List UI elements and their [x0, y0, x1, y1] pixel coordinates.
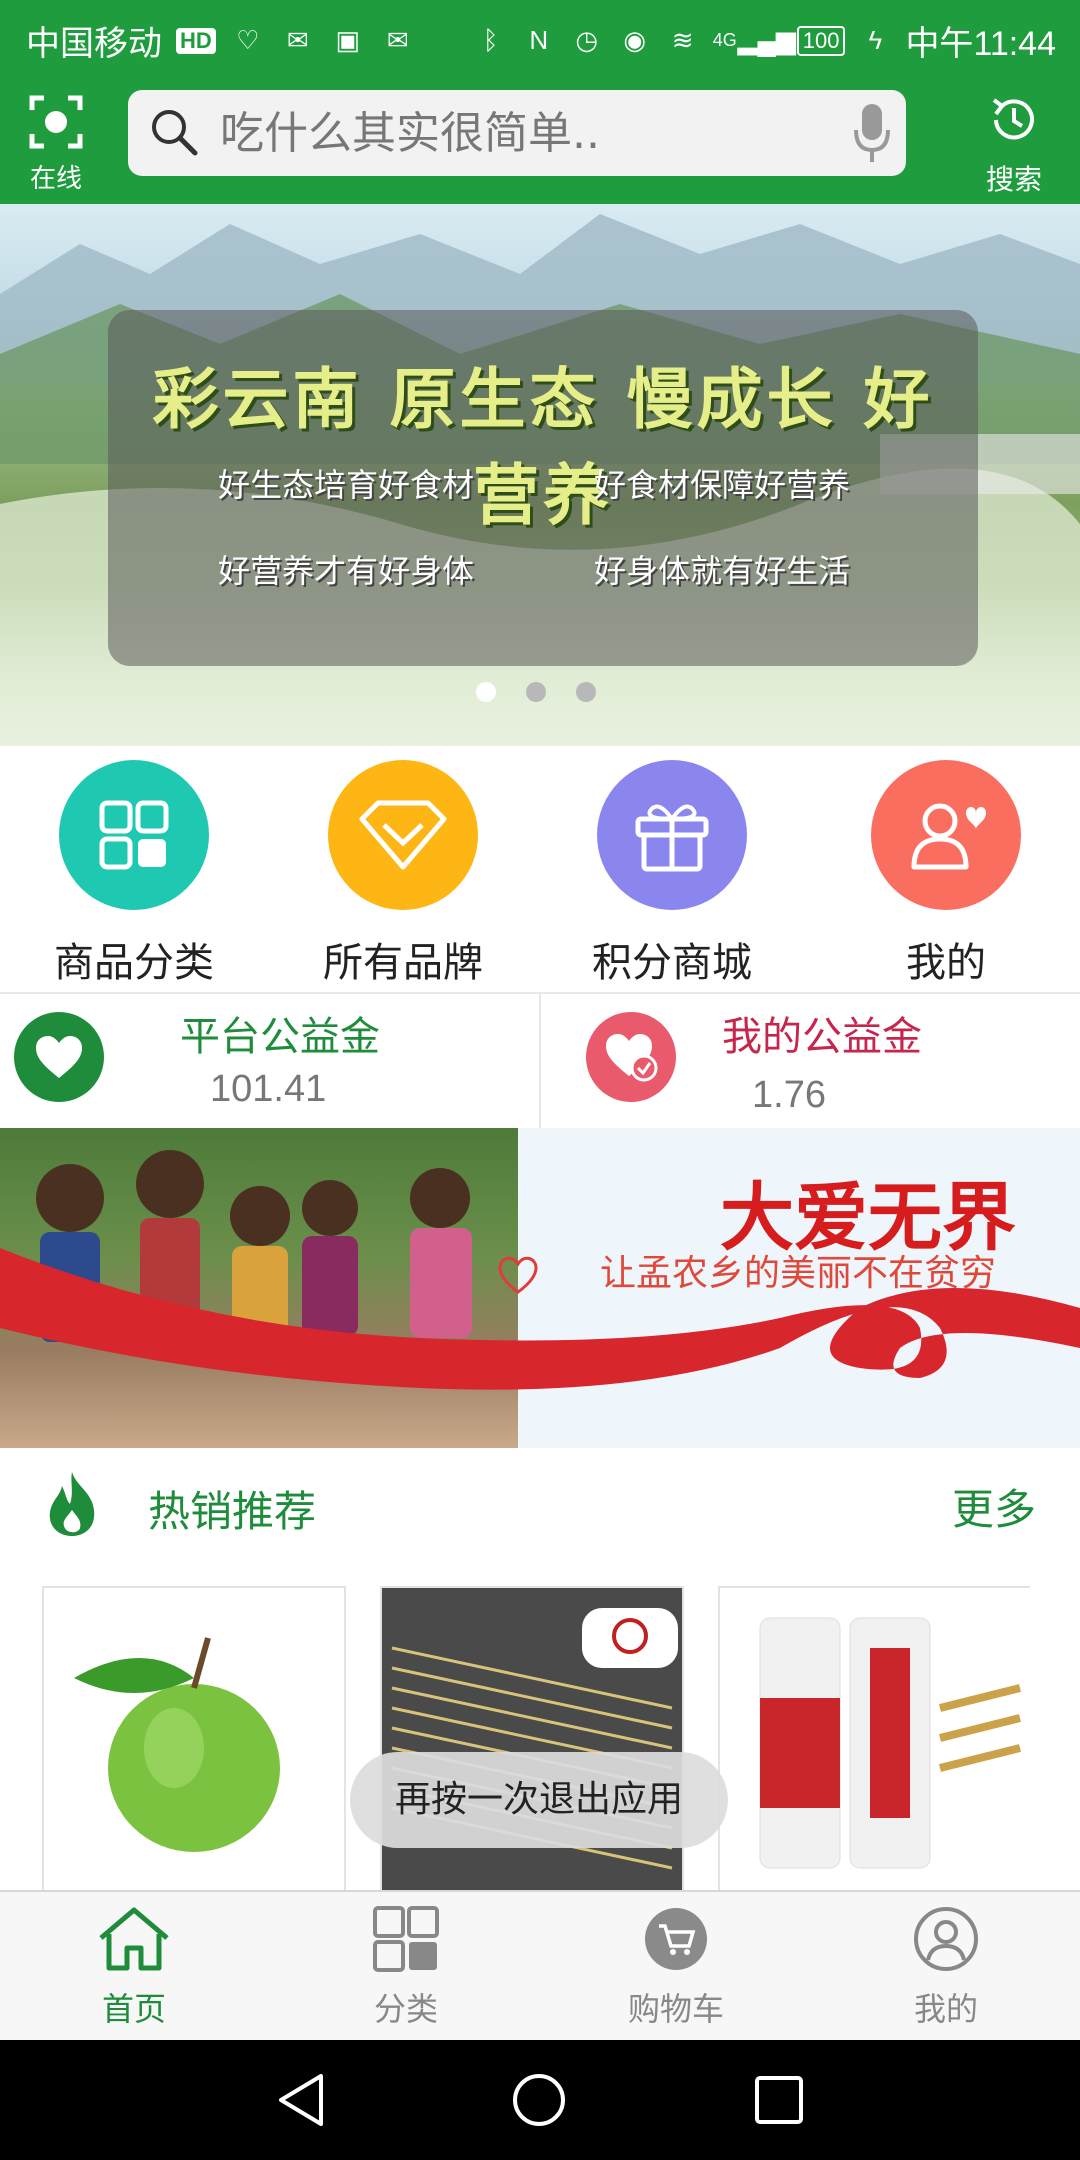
gift-icon	[597, 760, 747, 910]
green-apple-image	[74, 1637, 280, 1852]
nav-label: 积分商城	[592, 940, 752, 986]
product-card-noodle-pack[interactable]	[718, 1586, 1030, 1892]
fire-icon	[49, 1472, 95, 1536]
microphone-icon[interactable]	[852, 102, 892, 164]
home-button[interactable]	[504, 2068, 574, 2132]
user-heart-icon	[871, 760, 1021, 910]
scan-icon	[29, 95, 83, 149]
search-box[interactable]	[128, 90, 906, 176]
top-bar: 在线 搜索	[0, 76, 1080, 204]
grid-icon	[59, 760, 209, 910]
app-icon: ▣	[335, 25, 361, 55]
home-circle-icon	[513, 2074, 565, 2126]
nav-mine[interactable]: 我的	[836, 760, 1056, 990]
carousel-dot[interactable]	[526, 682, 546, 702]
diamond-icon	[328, 760, 478, 910]
nav-all-brands[interactable]: 所有品牌	[293, 760, 513, 990]
bluetooth-icon: ᛒ	[482, 25, 499, 55]
hd-badge: HD	[176, 27, 216, 54]
hero-banner[interactable]: 彩云南 原生态 慢成长 好营养 好生态培育好食材 好食材保障好营养 好营养才有好…	[0, 204, 1080, 746]
nav-points-mall[interactable]: 积分商城	[562, 760, 782, 990]
product-card-apple[interactable]	[42, 1586, 346, 1892]
my-fund-value: 1.76	[752, 1074, 826, 1116]
back-button[interactable]	[266, 2068, 336, 2132]
hero-line-4: 好身体就有好生活	[594, 552, 851, 590]
recents-icon	[755, 2076, 803, 2124]
tab-cart[interactable]: 购物车	[576, 1906, 776, 2036]
hero-line-1: 好生态培育好食材	[218, 466, 475, 504]
tab-label: 购物车	[627, 1990, 724, 2028]
clock: 中午11:44	[905, 25, 1056, 63]
network-type: 4G	[712, 30, 737, 50]
divider	[539, 994, 541, 1130]
heart-check-icon	[586, 1012, 676, 1102]
mail-icon: ✉	[286, 25, 309, 55]
online-label: 在线	[29, 164, 82, 194]
charity-banner[interactable]: 大爱无界 让孟农乡的美丽不在贫穷	[0, 1128, 1080, 1448]
system-nav-bar	[0, 2040, 1080, 2160]
tab-label: 分类	[373, 1990, 438, 2028]
platform-fund-value: 101.41	[210, 1068, 327, 1110]
bottom-tab-bar: 首页 分类 购物车 我的	[0, 1890, 1080, 2042]
quick-nav: 商品分类 所有品牌 积分商城 我的	[0, 746, 1080, 992]
nav-product-category[interactable]: 商品分类	[24, 760, 244, 990]
carousel-dot[interactable]	[476, 682, 496, 702]
search-input[interactable]	[218, 100, 822, 166]
platform-fund-title: 平台公益金	[180, 1014, 380, 1060]
more-link[interactable]: 更多	[952, 1476, 1036, 1537]
noodle-pack-image	[720, 1588, 1030, 1892]
carrier-name: 中国移动	[26, 25, 162, 63]
eye-icon: ◉	[623, 25, 647, 55]
cart-icon	[645, 1908, 707, 1970]
heartbeat-icon: ♡	[236, 25, 260, 55]
carousel-dot[interactable]	[576, 682, 596, 702]
tab-label: 首页	[101, 1990, 166, 2028]
charity-subtitle: 让孟农乡的美丽不在贫穷	[600, 1253, 997, 1294]
nav-label: 我的	[906, 940, 986, 986]
back-icon	[279, 2074, 323, 2126]
status-bar: 中国移动 HD ♡ ✉ ▣ ✉ ᛒ N ◷ ◉ ≋ 4G ▂▄▆ 100 ϟ 中…	[0, 0, 1080, 76]
hot-recommend-title: 热销推荐	[148, 1487, 317, 1536]
tab-category[interactable]: 分类	[306, 1906, 506, 2036]
charging-icon: ϟ	[868, 25, 883, 55]
recents-button[interactable]	[744, 2068, 814, 2132]
nav-label: 商品分类	[54, 940, 214, 986]
mail-outline-icon: ✉	[386, 25, 409, 55]
wifi-icon: ≋	[671, 25, 694, 55]
my-welfare-fund[interactable]: 我的公益金 1.76	[542, 994, 1080, 1130]
tab-mine[interactable]: 我的	[846, 1906, 1046, 2036]
my-fund-title: 我的公益金	[722, 1014, 922, 1060]
nav-label: 所有品牌	[323, 940, 483, 986]
profile-icon	[914, 1907, 978, 1971]
carousel-indicator	[476, 682, 596, 702]
search-icon	[152, 110, 198, 156]
hot-section-header: 热销推荐 更多	[0, 1448, 1080, 1558]
platform-welfare-fund[interactable]: 平台公益金 101.41	[0, 994, 538, 1130]
exit-toast: 再按一次退出应用	[350, 1752, 728, 1848]
hero-line-2: 好食材保障好营养	[594, 466, 851, 504]
signal-icon: ▂▄▆	[737, 25, 796, 55]
hero-panel: 彩云南 原生态 慢成长 好营养 好生态培育好食材 好食材保障好营养 好营养才有好…	[108, 310, 978, 666]
home-icon	[99, 1907, 169, 1971]
search-label: 搜索	[985, 163, 1042, 196]
hero-title: 彩云南 原生态 慢成长 好营养	[152, 360, 934, 534]
battery-icon: 100	[796, 25, 846, 56]
nfc-icon: N	[529, 25, 549, 55]
tab-home[interactable]: 首页	[34, 1906, 234, 2036]
alarm-icon: ◷	[575, 25, 599, 55]
search-button[interactable]: 搜索	[974, 86, 1054, 196]
category-icon	[373, 1906, 439, 1972]
online-scan-button[interactable]: 在线	[20, 88, 92, 194]
hero-line-3: 好营养才有好身体	[218, 552, 475, 590]
history-icon	[992, 98, 1034, 140]
welfare-fund-row: 平台公益金 101.41 我的公益金 1.76	[0, 992, 1080, 1132]
tab-label: 我的	[913, 1990, 978, 2028]
heart-icon	[14, 1012, 104, 1102]
